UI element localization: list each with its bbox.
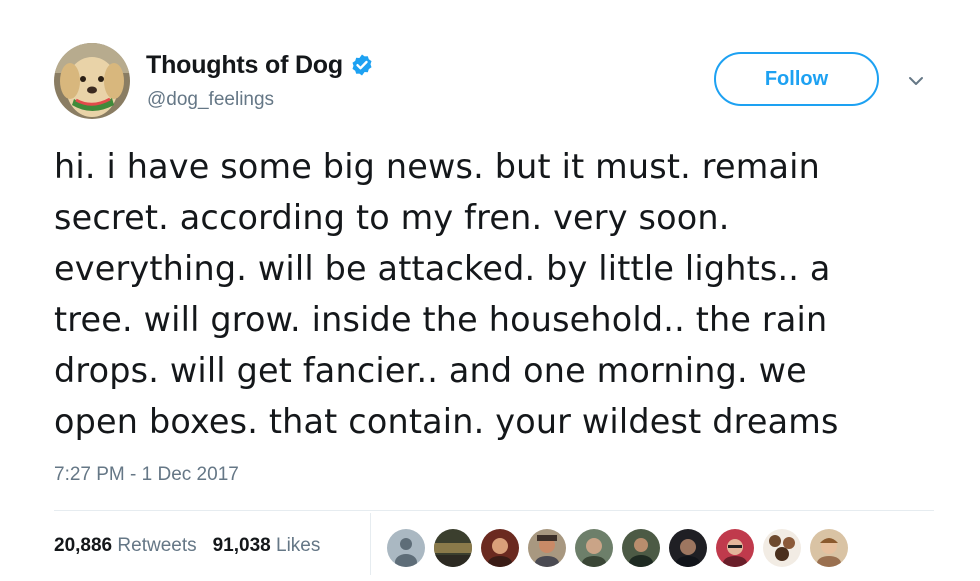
tweet-text-line: everything. will be attacked. by little … bbox=[54, 249, 831, 288]
tweet-card: Thoughts of Dog @dog_feelings Follow hi.… bbox=[0, 0, 980, 581]
tweet-stats: 20,886 Retweets 91,038 Likes bbox=[54, 535, 336, 557]
verified-badge-icon bbox=[350, 53, 374, 77]
liker-avatar[interactable] bbox=[763, 529, 801, 567]
retweets-count: 20,886 bbox=[54, 535, 113, 556]
dog-avatar-image bbox=[54, 43, 130, 119]
tweet-text-line: secret. according to my fren. very soon. bbox=[54, 198, 730, 237]
name-row: Thoughts of Dog bbox=[146, 48, 374, 82]
user-handle[interactable]: @dog_feelings bbox=[147, 89, 274, 111]
liker-avatar[interactable] bbox=[434, 529, 472, 567]
liker-avatar[interactable] bbox=[481, 529, 519, 567]
profile-avatar[interactable] bbox=[54, 43, 130, 119]
liker-avatar[interactable] bbox=[622, 529, 660, 567]
liker-avatars bbox=[387, 529, 857, 567]
divider bbox=[54, 510, 934, 511]
tweet-text-line: drops. will get fancier.. and one mornin… bbox=[54, 351, 807, 390]
tweet-timestamp[interactable]: 7:27 PM - 1 Dec 2017 bbox=[54, 464, 239, 486]
retweets-stat[interactable]: 20,886 Retweets bbox=[54, 535, 197, 557]
liker-avatar[interactable] bbox=[810, 529, 848, 567]
stats-divider bbox=[370, 513, 371, 575]
chevron-down-icon[interactable] bbox=[903, 68, 929, 94]
tweet-text-line: tree. will grow. inside the household.. … bbox=[54, 300, 828, 339]
tweet-text-line: open boxes. that contain. your wildest d… bbox=[54, 402, 839, 441]
tweet-text-line: hi. i have some big news. but it must. r… bbox=[54, 147, 820, 186]
retweets-label: Retweets bbox=[117, 535, 197, 556]
liker-avatar[interactable] bbox=[716, 529, 754, 567]
likes-stat[interactable]: 91,038 Likes bbox=[213, 535, 321, 557]
likes-count: 91,038 bbox=[212, 535, 271, 556]
tweet-text: hi. i have some big news. but it must. r… bbox=[54, 141, 954, 447]
liker-avatar[interactable] bbox=[387, 529, 425, 567]
liker-avatar[interactable] bbox=[669, 529, 707, 567]
follow-button[interactable]: Follow bbox=[714, 52, 879, 106]
liker-avatar[interactable] bbox=[528, 529, 566, 567]
likes-label: Likes bbox=[276, 535, 321, 556]
display-name[interactable]: Thoughts of Dog bbox=[146, 51, 343, 80]
liker-avatar[interactable] bbox=[575, 529, 613, 567]
